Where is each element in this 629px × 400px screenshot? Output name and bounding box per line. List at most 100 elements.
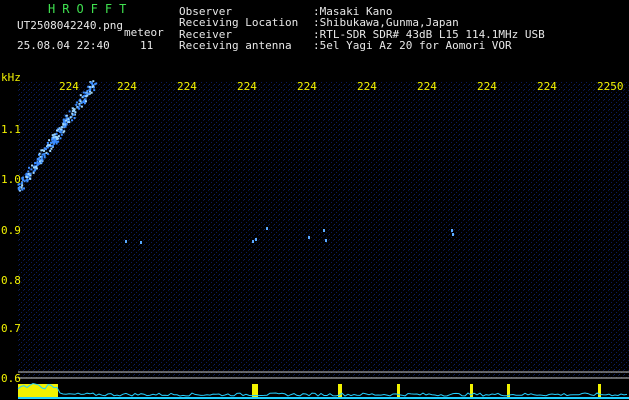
meteor-pixel	[73, 117, 76, 119]
meteor-pixel	[86, 89, 89, 92]
meteor-pixel	[36, 161, 39, 164]
x-tick-label: 224	[59, 80, 79, 93]
meteor-pixel	[53, 138, 56, 141]
meteor-pixel	[92, 80, 95, 83]
meteor-pixel	[43, 154, 46, 157]
meteor-pixel	[71, 107, 74, 110]
meteor-pixel	[89, 89, 92, 92]
meteor-pixel	[85, 95, 88, 98]
meteor-pixel	[49, 141, 52, 144]
meteor-pixel	[31, 164, 33, 167]
meteor-pixel	[32, 171, 35, 174]
x-tick-label: 224	[357, 80, 377, 93]
meteor-pixel	[49, 150, 52, 152]
meteor-pixel	[65, 114, 68, 117]
meteor-pixel	[62, 118, 65, 121]
meteor-pixel	[29, 172, 32, 175]
meteor-pixel	[60, 128, 62, 131]
meteor-pixel	[67, 118, 70, 120]
meteor-ping	[451, 229, 453, 232]
meteor-pixel	[53, 133, 56, 136]
meteor-pixel	[20, 182, 23, 184]
meteor-pixel	[85, 92, 88, 95]
x-tick-label: 224	[477, 80, 497, 93]
meteor-pixel	[23, 187, 25, 190]
meteor-pixel	[30, 168, 33, 171]
meteor-pixel	[82, 91, 85, 94]
meteor-pixel	[60, 133, 63, 136]
meteor-pixel	[27, 170, 30, 173]
meteor-ping	[325, 239, 327, 242]
meteor-pixel	[48, 144, 51, 147]
meteor-pixel	[21, 188, 24, 191]
x-tick-label: 2250	[597, 80, 624, 93]
level-bar	[470, 384, 473, 398]
meteor-pixel	[79, 94, 82, 97]
meteor-pixel	[28, 166, 30, 169]
meteor-pixel	[55, 140, 58, 143]
meteor-pixel	[41, 158, 44, 161]
meteor-pixel	[65, 119, 68, 122]
meteor-pixel	[53, 142, 55, 145]
y-tick-label: 0.7	[1, 322, 21, 335]
level-bar	[397, 384, 400, 398]
meteor-pixel	[48, 139, 51, 142]
meteor-pixel	[23, 180, 26, 183]
meteor-pixel	[55, 142, 58, 145]
meteor-ping	[323, 229, 325, 232]
meteor-pixel	[88, 85, 91, 88]
meteor-pixel	[75, 101, 78, 104]
meteor-pixel	[69, 116, 72, 119]
spectrogram	[17, 80, 629, 399]
meteor-pixel	[82, 95, 85, 98]
meteor-pixel	[87, 92, 90, 95]
meteor-pixel	[72, 113, 75, 116]
meteor-pixel	[29, 177, 32, 180]
meteor-pixel	[35, 167, 38, 170]
meteor-pixel	[75, 103, 78, 106]
meteor-ping	[308, 236, 310, 239]
x-tick-label: 224	[117, 80, 137, 93]
meteor-pixel	[26, 176, 29, 179]
meteor-pixel	[46, 146, 49, 149]
meteor-pixel	[51, 134, 54, 137]
meteor-pixel	[50, 147, 53, 150]
meteor-pixel	[77, 106, 80, 109]
y-tick-label: 0.9	[1, 224, 21, 237]
meteor-pixel	[38, 152, 41, 155]
x-tick-label: 224	[177, 80, 197, 93]
meteor-pixel	[85, 100, 87, 103]
meteor-pixel	[43, 152, 46, 155]
meteor-pixel	[32, 166, 35, 169]
y-tick-label: 1.0	[1, 173, 21, 186]
meteor-pixel	[55, 132, 58, 135]
meteor-pixel	[65, 123, 68, 125]
meteor-pixel	[40, 161, 43, 164]
meteor-pixel	[41, 153, 44, 156]
x-tick-label: 224	[417, 80, 437, 93]
meteor-ping	[252, 240, 254, 243]
meteor-pixel	[46, 152, 49, 155]
meteor-pixel	[61, 126, 64, 129]
meteor-pixel	[46, 144, 49, 147]
meteor-pixel	[52, 136, 55, 139]
meteor-pixel	[63, 130, 66, 133]
meteor-pixel	[59, 137, 62, 140]
level-bar	[338, 384, 342, 398]
meteor-pixel	[83, 99, 86, 102]
meteor-pixel	[95, 82, 98, 85]
meteor-pixel	[64, 125, 67, 128]
meteor-pixel	[80, 105, 83, 108]
meteor-pixel	[41, 149, 44, 152]
meteor-pixel	[36, 163, 39, 166]
meteor-pixel	[56, 129, 58, 132]
meteor-pixel	[93, 89, 96, 92]
meteor-pixel	[43, 156, 46, 159]
meteor-ping	[125, 240, 127, 243]
meteor-pixel	[90, 81, 93, 84]
x-tick-label: 224	[237, 80, 257, 93]
meteor-ping	[255, 238, 257, 241]
meteor-pixel	[21, 184, 24, 187]
meteor-pixel	[38, 158, 41, 161]
x-tick-label: 224	[537, 80, 557, 93]
